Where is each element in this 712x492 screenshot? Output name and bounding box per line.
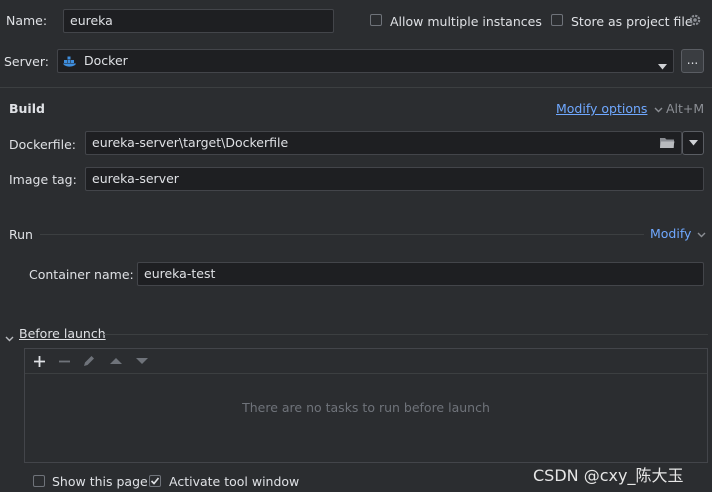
add-icon[interactable]	[32, 354, 46, 368]
collapse-chevron-icon[interactable]	[5, 330, 14, 345]
before-launch-heading[interactable]: Before launch	[19, 326, 106, 341]
run-modify-label[interactable]: Modify	[650, 226, 691, 241]
image-tag-input[interactable]: eureka-server	[85, 167, 704, 191]
store-project-checkbox[interactable]	[551, 14, 563, 26]
chevron-down-icon	[654, 107, 663, 112]
show-page-checkbox[interactable]	[33, 475, 45, 487]
gear-icon[interactable]	[688, 13, 702, 27]
dockerfile-label: Dockerfile:	[9, 137, 77, 152]
modify-options-link[interactable]: Modify options	[556, 101, 663, 116]
empty-tasks-text: There are no tasks to run before launch	[242, 400, 490, 415]
before-launch-divider	[104, 334, 708, 335]
modify-shortcut: Alt+M	[666, 101, 705, 116]
before-launch-panel: There are no tasks to run before launch	[24, 348, 708, 463]
before-launch-toolbar	[25, 349, 707, 374]
run-modify-link[interactable]: Modify	[650, 226, 706, 241]
build-heading: Build	[9, 101, 45, 116]
name-input[interactable]: eureka	[63, 9, 334, 33]
chevron-down-icon	[697, 232, 706, 237]
move-down-icon[interactable]	[135, 354, 149, 368]
container-name-input[interactable]: eureka-test	[137, 262, 704, 286]
activate-tool-label[interactable]: Activate tool window	[169, 474, 299, 489]
edit-icon[interactable]	[82, 354, 96, 368]
server-label: Server:	[4, 54, 49, 69]
divider	[0, 87, 712, 88]
dockerfile-input[interactable]: eureka-server\target\Dockerfile	[85, 131, 682, 155]
image-tag-label: Image tag:	[9, 172, 77, 187]
run-divider	[40, 234, 644, 235]
remove-icon[interactable]	[57, 354, 71, 368]
checkmark-icon	[150, 477, 160, 485]
dockerfile-dropdown-button[interactable]	[682, 131, 704, 155]
docker-icon	[63, 54, 77, 68]
chevron-down-icon[interactable]	[658, 58, 667, 73]
name-label: Name:	[6, 13, 48, 28]
show-page-label[interactable]: Show this page	[52, 474, 148, 489]
server-select[interactable]: Docker	[57, 49, 674, 73]
move-up-icon[interactable]	[109, 354, 123, 368]
activate-tool-checkbox[interactable]	[149, 475, 161, 487]
server-more-button[interactable]: ...	[681, 49, 704, 73]
allow-multiple-checkbox[interactable]	[370, 14, 382, 26]
watermark: CSDN @cxy_陈大玉	[533, 466, 684, 485]
container-name-label: Container name:	[29, 267, 134, 282]
store-project-label[interactable]: Store as project file	[571, 14, 693, 29]
server-value: Docker	[84, 53, 128, 68]
chevron-down-icon	[688, 140, 698, 146]
modify-options-label[interactable]: Modify options	[556, 101, 647, 116]
allow-multiple-label[interactable]: Allow multiple instances	[390, 14, 542, 29]
run-heading: Run	[9, 227, 33, 242]
folder-icon[interactable]	[660, 137, 675, 152]
